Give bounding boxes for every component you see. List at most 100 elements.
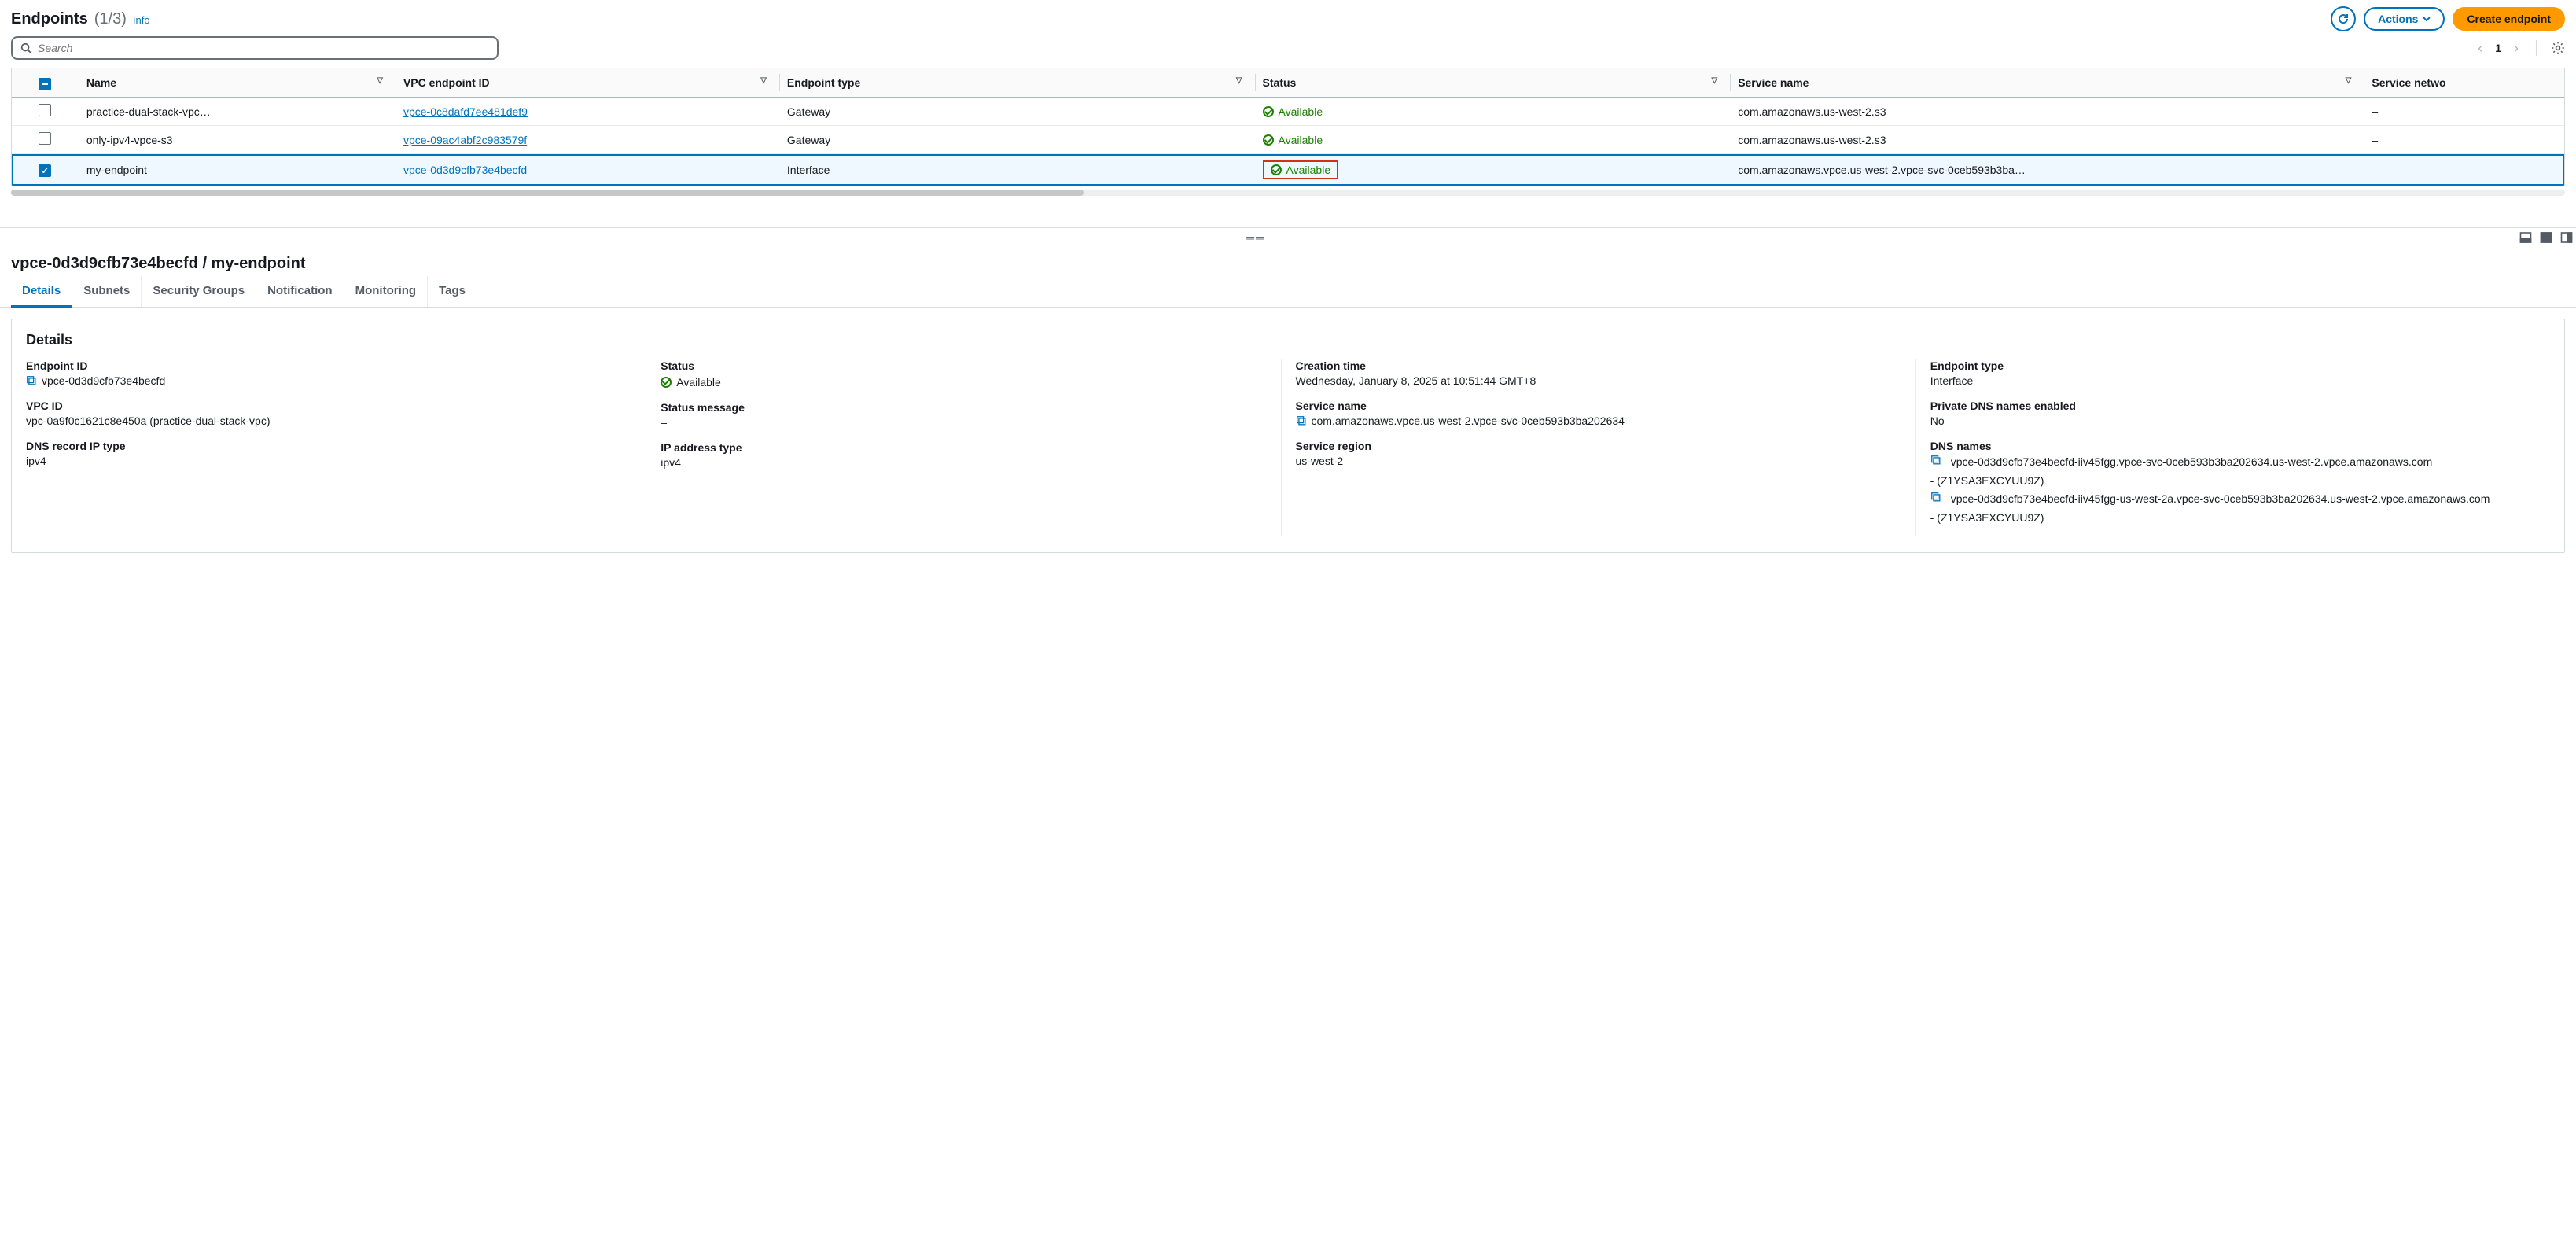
select-all-checkbox[interactable] — [39, 78, 51, 90]
copy-icon[interactable] — [1930, 492, 1941, 503]
dns-record-ip-type-value: ipv4 — [26, 455, 46, 467]
row-checkbox[interactable] — [39, 132, 51, 145]
copy-icon[interactable] — [1296, 415, 1307, 426]
cell-status: Available — [1263, 160, 1339, 179]
page-number: 1 — [2495, 42, 2501, 54]
horizontal-scrollbar[interactable] — [11, 190, 2565, 196]
endpoints-table: Name ▽ VPC endpoint ID ▽ Endpoint type ▽ St… — [12, 68, 2564, 186]
creation-time-value: Wednesday, January 8, 2025 at 10:51:44 G… — [1296, 374, 1536, 387]
service-name-value: com.amazonaws.vpce.us-west-2.vpce-svc-0c… — [1312, 414, 1625, 427]
caret-down-icon — [2423, 15, 2431, 23]
create-endpoint-button[interactable]: Create endpoint — [2453, 7, 2565, 31]
details-section-title: Details — [26, 332, 2550, 348]
page-title: Endpoints — [11, 10, 88, 28]
drag-handle[interactable]: ══ — [3, 231, 2508, 244]
col-status[interactable]: Status — [1263, 76, 1297, 89]
status-message-value: – — [661, 416, 667, 429]
sort-icon[interactable]: ▽ — [1711, 76, 1717, 85]
sort-icon[interactable]: ▽ — [1236, 76, 1242, 85]
cell-name: practice-dual-stack-vpc… — [79, 98, 396, 126]
check-circle-icon — [1263, 134, 1274, 146]
endpoint-type-label: Endpoint type — [1930, 359, 2536, 372]
vpc-endpoint-id-link[interactable]: vpce-0d3d9cfb73e4becfd — [403, 164, 527, 176]
dns-names-label: DNS names — [1930, 440, 2536, 452]
sort-icon[interactable]: ▽ — [760, 76, 767, 85]
cell-service-netwo: – — [2364, 98, 2564, 126]
col-endpoint-type[interactable]: Endpoint type — [787, 76, 860, 89]
cell-endpoint-type: Interface — [779, 154, 1255, 186]
status-value: Available — [676, 376, 721, 389]
cell-service-name: com.amazonaws.us-west-2.s3 — [1730, 98, 2364, 126]
ip-address-type-label: IP address type — [661, 441, 1266, 454]
check-circle-icon — [661, 377, 672, 388]
col-service-netwo[interactable]: Service netwo — [2372, 76, 2445, 89]
sort-icon[interactable]: ▽ — [377, 76, 383, 85]
cell-service-netwo: – — [2364, 154, 2564, 186]
check-circle-icon — [1271, 164, 1282, 175]
copy-icon[interactable] — [26, 375, 37, 386]
actions-button[interactable]: Actions — [2364, 7, 2445, 31]
ip-address-type-value: ipv4 — [661, 456, 681, 469]
search-box[interactable] — [11, 36, 499, 60]
cell-service-name: com.amazonaws.vpce.us-west-2.vpce-svc-0c… — [1730, 154, 2364, 186]
dns-zone-1: - (Z1YSA3EXCYUU9Z) — [1930, 474, 2536, 487]
refresh-button[interactable] — [2331, 6, 2356, 31]
panel-side-icon[interactable] — [2560, 231, 2573, 244]
cell-status: Available — [1263, 105, 1323, 118]
detail-heading: vpce-0d3d9cfb73e4becfd / my-endpoint — [0, 247, 2576, 276]
service-name-label: Service name — [1296, 400, 1901, 412]
refresh-icon — [2337, 13, 2350, 25]
endpoint-type-value: Interface — [1930, 374, 1973, 387]
service-region-value: us-west-2 — [1296, 455, 1344, 467]
page-next[interactable]: › — [2511, 40, 2522, 57]
tab-security-groups[interactable]: Security Groups — [142, 276, 256, 307]
cell-name: only-ipv4-vpce-s3 — [79, 126, 396, 154]
search-icon — [20, 42, 31, 53]
col-name[interactable]: Name — [86, 76, 116, 89]
info-link[interactable]: Info — [133, 14, 150, 26]
table-row[interactable]: only-ipv4-vpce-s3 vpce-09ac4abf2c983579f G… — [12, 126, 2564, 154]
cell-endpoint-type: Gateway — [779, 126, 1255, 154]
panel-full-icon[interactable] — [2540, 231, 2552, 244]
vpc-endpoint-id-link[interactable]: vpce-0c8dafd7ee481def9 — [403, 105, 528, 118]
vpc-id-label: VPC ID — [26, 400, 631, 412]
page-count: (1/3) — [94, 10, 127, 28]
cell-name: my-endpoint — [79, 154, 396, 186]
settings-icon[interactable] — [2551, 41, 2565, 55]
endpoint-id-label: Endpoint ID — [26, 359, 631, 372]
page-prev[interactable]: ‹ — [2475, 40, 2486, 57]
cell-service-netwo: – — [2364, 126, 2564, 154]
table-row[interactable]: ✓ my-endpoint vpce-0d3d9cfb73e4becfd Interf… — [12, 154, 2564, 186]
col-vpc-endpoint-id[interactable]: VPC endpoint ID — [403, 76, 490, 89]
tab-notification[interactable]: Notification — [256, 276, 344, 307]
tab-details[interactable]: Details — [11, 276, 72, 308]
row-checkbox[interactable] — [39, 104, 51, 116]
cell-endpoint-type: Gateway — [779, 98, 1255, 126]
col-service-name[interactable]: Service name — [1738, 76, 1809, 89]
cell-status: Available — [1263, 134, 1323, 146]
vpc-endpoint-id-link[interactable]: vpce-09ac4abf2c983579f — [403, 134, 527, 146]
private-dns-label: Private DNS names enabled — [1930, 400, 2536, 412]
tab-tags[interactable]: Tags — [428, 276, 477, 307]
status-label: Status — [661, 359, 1266, 372]
creation-time-label: Creation time — [1296, 359, 1901, 372]
tab-subnets[interactable]: Subnets — [72, 276, 142, 307]
dns-zone-2: - (Z1YSA3EXCYUU9Z) — [1930, 511, 2536, 524]
sort-icon[interactable]: ▽ — [2346, 76, 2352, 85]
dns-record-ip-type-label: DNS record IP type — [26, 440, 631, 452]
dns-name-1: vpce-0d3d9cfb73e4becfd-iiv45fgg.vpce-svc… — [1951, 455, 2432, 470]
vpc-id-link[interactable]: vpc-0a9f0c1621c8e450a (practice-dual-sta… — [26, 414, 270, 427]
search-input[interactable] — [38, 42, 489, 54]
cell-service-name: com.amazonaws.us-west-2.s3 — [1730, 126, 2364, 154]
check-circle-icon — [1263, 106, 1274, 117]
endpoint-id-value: vpce-0d3d9cfb73e4becfd — [42, 374, 165, 387]
dns-name-2: vpce-0d3d9cfb73e4becfd-iiv45fgg-us-west-… — [1951, 492, 2490, 507]
actions-label: Actions — [2378, 13, 2418, 25]
copy-icon[interactable] — [1930, 455, 1941, 466]
panel-bottom-icon[interactable] — [2519, 231, 2532, 244]
table-row[interactable]: practice-dual-stack-vpc… vpce-0c8dafd7ee4… — [12, 98, 2564, 126]
service-region-label: Service region — [1296, 440, 1901, 452]
private-dns-value: No — [1930, 414, 1945, 427]
row-checkbox[interactable]: ✓ — [39, 164, 51, 177]
tab-monitoring[interactable]: Monitoring — [344, 276, 428, 307]
